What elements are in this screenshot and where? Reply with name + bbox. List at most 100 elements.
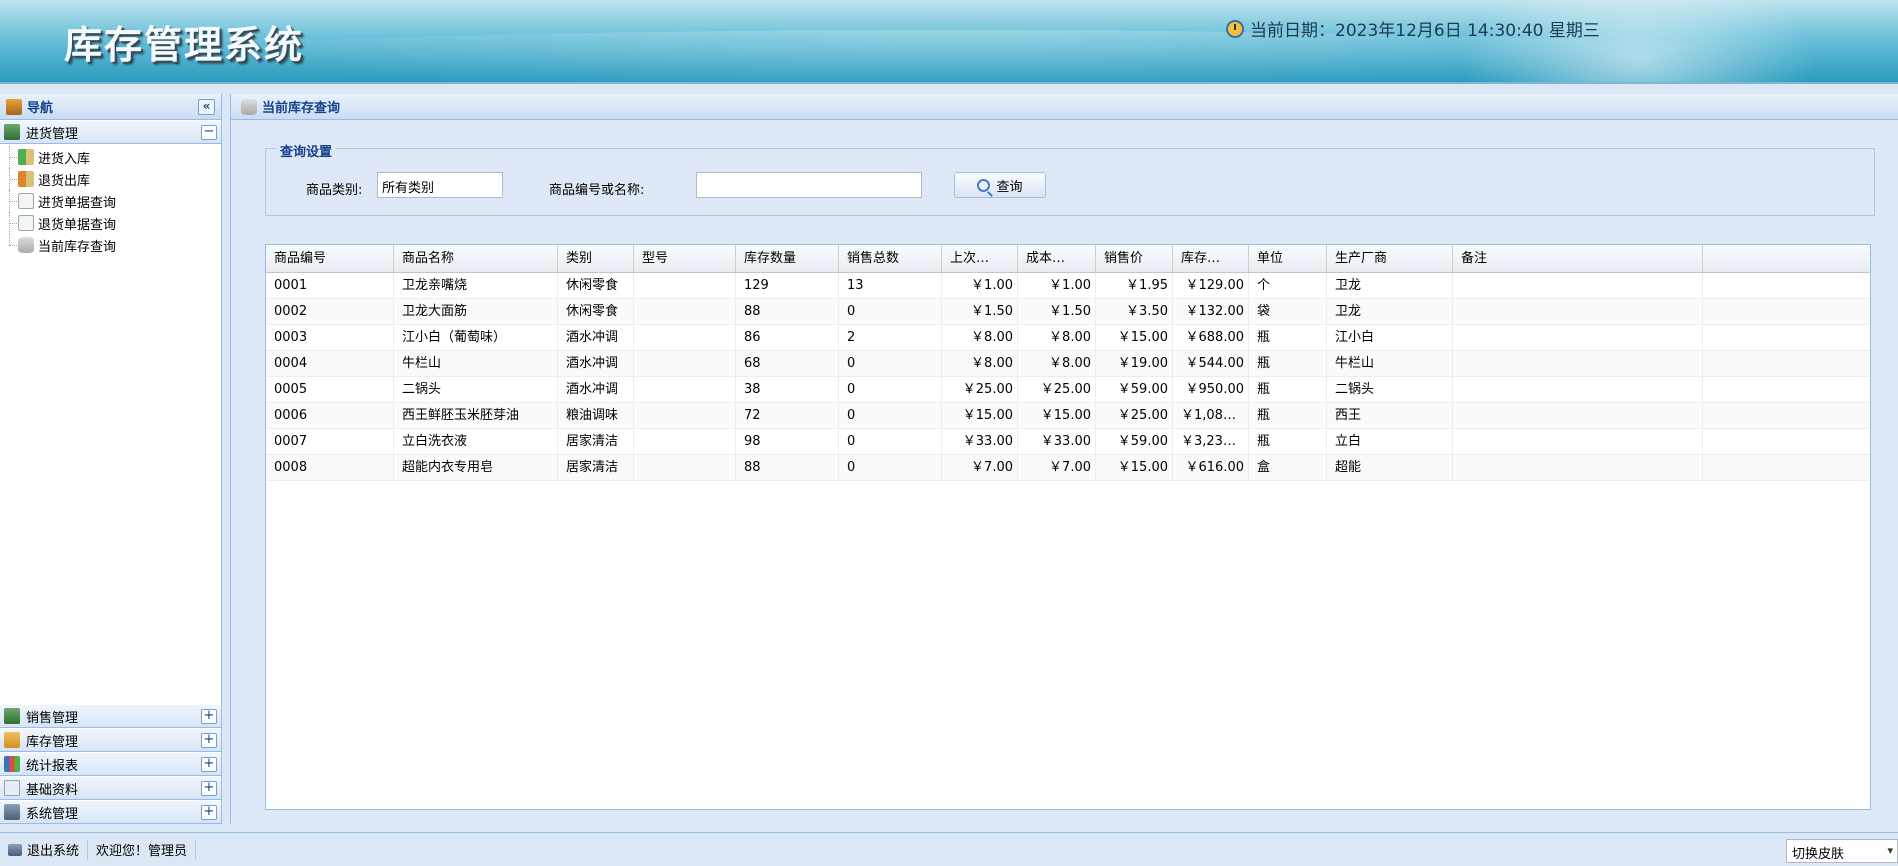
table-cell: 瓶 bbox=[1249, 325, 1327, 350]
table-cell: ￥688.00 bbox=[1173, 325, 1249, 350]
cashier-icon bbox=[4, 708, 20, 724]
column-header[interactable]: 型号 bbox=[634, 245, 736, 272]
section-sales-management[interactable]: 销售管理 + bbox=[0, 704, 221, 728]
stock-grid: 商品编号 商品名称 类别 型号 库存数量 销售总数 上次… 成本… 销售价 库存… 单位 生产厂商 备注… bbox=[265, 244, 1871, 810]
table-cell: 江小白 bbox=[1327, 325, 1453, 350]
query-button[interactable]: 查询 bbox=[954, 172, 1046, 198]
search-icon bbox=[977, 178, 991, 192]
chevron-down-icon: ▾ bbox=[1887, 844, 1893, 857]
table-cell: 瓶 bbox=[1249, 351, 1327, 376]
table-row[interactable]: 0004 牛栏山 酒水冲调 68 0 ￥8.00 ￥8.00 ￥19.00 ￥544.00 瓶牛栏… bbox=[266, 351, 1870, 377]
table-cell: ￥1.95 bbox=[1096, 273, 1173, 298]
table-row[interactable]: 0007 立白洗衣液 居家清洁 98 0 ￥33.00 ￥33.00 ￥59.00 ￥3,234… bbox=[266, 429, 1870, 455]
table-row[interactable]: 0008 超能内衣专用皂 居家清洁 88 0 ￥7.00 ￥7.00 ￥15.00 ￥616.0… bbox=[266, 455, 1870, 481]
column-header[interactable]: 销售总数 bbox=[839, 245, 942, 272]
table-cell: 卫龙亲嘴烧 bbox=[394, 273, 558, 298]
column-header[interactable]: 销售价 bbox=[1096, 245, 1173, 272]
table-cell bbox=[634, 377, 736, 402]
nav-item-return-out[interactable]: 退货出库 bbox=[0, 168, 221, 190]
column-header[interactable]: 库存数量 bbox=[736, 245, 839, 272]
current-date: 当前日期：2023年12月6日 14:30:40 星期三 bbox=[1226, 16, 1600, 41]
nav-item-label: 退货出库 bbox=[38, 173, 91, 189]
nav-item-return-query[interactable]: 退货单据查询 bbox=[0, 212, 221, 234]
table-cell: 酒水冲调 bbox=[558, 377, 634, 402]
expand-section-button[interactable]: + bbox=[201, 781, 217, 796]
column-header[interactable]: 备注 bbox=[1453, 245, 1703, 272]
table-cell bbox=[634, 273, 736, 298]
logout-button[interactable]: 退出系统 bbox=[0, 839, 89, 860]
table-cell: 0001 bbox=[266, 273, 394, 298]
table-cell: ￥15.00 bbox=[1018, 403, 1096, 428]
status-bar: 退出系统 欢迎您！管理员 切换皮肤 ▾ bbox=[0, 832, 1898, 866]
data-icon bbox=[4, 780, 20, 796]
section-basic-data[interactable]: 基础资料 + bbox=[0, 776, 221, 800]
table-cell: ￥8.00 bbox=[1018, 325, 1096, 350]
column-header[interactable]: 库存… bbox=[1173, 245, 1249, 272]
nav-item-stock-query[interactable]: 当前库存查询 bbox=[0, 234, 221, 256]
table-cell bbox=[1453, 273, 1703, 298]
table-cell: ￥15.00 bbox=[1096, 455, 1173, 480]
column-header[interactable]: 上次… bbox=[942, 245, 1018, 272]
table-row[interactable]: 0006 西王鲜胚玉米胚芽油 粮油调味 72 0 ￥15.00 ￥15.00 ￥25.00 ￥1… bbox=[266, 403, 1870, 429]
table-cell: ￥33.00 bbox=[942, 429, 1018, 454]
section-label: 基础资料 bbox=[26, 782, 79, 798]
table-cell: 0 bbox=[839, 351, 942, 376]
nav-item-purchase-query[interactable]: 进货单据查询 bbox=[0, 190, 221, 212]
section-statistics-reports[interactable]: 统计报表 + bbox=[0, 752, 221, 776]
keyword-input[interactable] bbox=[696, 172, 922, 198]
table-row[interactable]: 0002 卫龙大面筋 休闲零食 88 0 ￥1.50 ￥1.50 ￥3.50 ￥132.00 袋卫… bbox=[266, 299, 1870, 325]
table-row[interactable]: 0003 江小白（葡萄味） 酒水冲调 86 2 ￥8.00 ￥8.00 ￥15.00 ￥688.… bbox=[266, 325, 1870, 351]
query-button-label: 查询 bbox=[996, 179, 1023, 195]
table-cell bbox=[1453, 377, 1703, 402]
column-header[interactable]: 单位 bbox=[1249, 245, 1327, 272]
table-cell: ￥1.50 bbox=[1018, 299, 1096, 324]
table-row[interactable]: 0001 卫龙亲嘴烧 休闲零食 129 13 ￥1.00 ￥1.00 ￥1.95 ￥129.00… bbox=[266, 273, 1870, 299]
table-cell: 个 bbox=[1249, 273, 1327, 298]
expand-section-button[interactable]: + bbox=[201, 757, 217, 772]
column-header[interactable]: 成本… bbox=[1018, 245, 1096, 272]
table-cell bbox=[634, 325, 736, 350]
table-cell: ￥25.00 bbox=[1096, 403, 1173, 428]
category-label: 商品类别: bbox=[306, 183, 363, 198]
nav-title: 导航 bbox=[27, 101, 54, 116]
collapse-nav-button[interactable]: « bbox=[198, 99, 215, 115]
expand-section-button[interactable]: + bbox=[201, 805, 217, 820]
table-cell: ￥59.00 bbox=[1096, 377, 1173, 402]
table-cell: ￥59.00 bbox=[1096, 429, 1173, 454]
section-inventory-management[interactable]: 库存管理 + bbox=[0, 728, 221, 752]
table-cell bbox=[634, 429, 736, 454]
table-cell: 二锅头 bbox=[394, 377, 558, 402]
table-cell: 瓶 bbox=[1249, 429, 1327, 454]
table-cell: ￥15.00 bbox=[1096, 325, 1173, 350]
skin-select[interactable]: 切换皮肤 ▾ bbox=[1786, 839, 1898, 863]
expand-section-button[interactable]: + bbox=[201, 709, 217, 724]
database-icon bbox=[18, 237, 34, 253]
table-cell bbox=[634, 299, 736, 324]
table-cell bbox=[634, 403, 736, 428]
table-cell bbox=[1453, 351, 1703, 376]
table-cell: 129 bbox=[736, 273, 839, 298]
column-header[interactable]: 商品编号 bbox=[266, 245, 394, 272]
table-cell: 休闲零食 bbox=[558, 299, 634, 324]
column-header[interactable]: 生产厂商 bbox=[1327, 245, 1453, 272]
table-cell: ￥1,080… bbox=[1173, 403, 1249, 428]
expand-section-button[interactable]: + bbox=[201, 733, 217, 748]
purchase-icon bbox=[4, 124, 20, 140]
section-purchase-management[interactable]: 进货管理 − bbox=[0, 120, 221, 144]
nav-item-purchase-in[interactable]: 进货入库 bbox=[0, 146, 221, 168]
section-label: 进货管理 bbox=[26, 126, 79, 142]
current-date-text: 当前日期：2023年12月6日 14:30:40 星期三 bbox=[1250, 21, 1600, 41]
table-cell: 0002 bbox=[266, 299, 394, 324]
column-header[interactable]: 类别 bbox=[558, 245, 634, 272]
column-header[interactable]: 商品名称 bbox=[394, 245, 558, 272]
table-cell: ￥3.50 bbox=[1096, 299, 1173, 324]
category-select[interactable]: 所有类别 bbox=[377, 172, 503, 198]
section-label: 销售管理 bbox=[26, 710, 79, 726]
collapse-section-button[interactable]: − bbox=[201, 125, 217, 140]
section-label: 库存管理 bbox=[26, 734, 79, 750]
table-cell: 超能内衣专用皂 bbox=[394, 455, 558, 480]
query-legend: 查询设置 bbox=[276, 141, 337, 160]
section-system-management[interactable]: 系统管理 + bbox=[0, 800, 221, 824]
purchase-tree: 进货入库 退货出库 进货单据查询 退货单据查询 当前库存查询 bbox=[0, 144, 221, 256]
table-row[interactable]: 0005 二锅头 酒水冲调 38 0 ￥25.00 ￥25.00 ￥59.00 ￥950.00 瓶… bbox=[266, 377, 1870, 403]
